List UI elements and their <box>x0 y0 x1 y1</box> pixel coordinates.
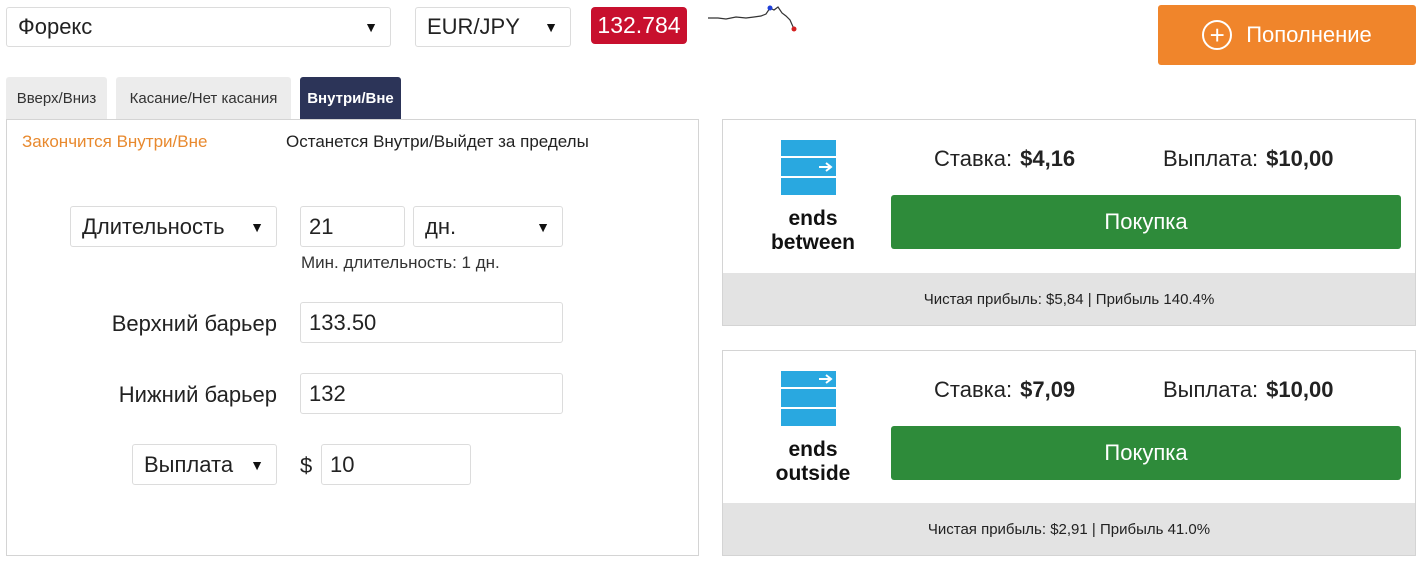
sparkline-high-point <box>767 5 773 11</box>
payout-info: Выплата: $10,00 <box>1163 146 1333 172</box>
current-price: 132.784 <box>597 12 681 38</box>
stake-label: Ставка: <box>934 146 1013 171</box>
chevron-down-icon: ▼ <box>544 19 558 35</box>
market-select-value: Форекс <box>18 14 93 39</box>
stake-value: $4,16 <box>1020 146 1076 171</box>
tab-up-down[interactable]: Вверх/Вниз <box>6 77 107 119</box>
duration-input-value: 21 <box>309 213 334 239</box>
chevron-down-icon: ▼ <box>250 218 264 235</box>
deposit-button[interactable]: + Пополнение <box>1158 5 1416 65</box>
lower-barrier-input[interactable]: 132 <box>300 373 563 414</box>
subtab-ends-in-out[interactable]: Закончится Внутри/Вне <box>22 132 207 152</box>
duration-type-value: Длительность <box>82 213 225 239</box>
market-select[interactable]: Форекс ▼ <box>6 7 391 47</box>
tab-touch-no-touch[interactable]: Касание/Нет касания <box>116 77 291 119</box>
price-sparkline <box>708 5 797 32</box>
deposit-button-label: Пополнение <box>1246 22 1372 47</box>
lower-barrier-value: 132 <box>309 380 346 406</box>
payout-amount-value: 10 <box>330 451 355 477</box>
barrier-range-icon <box>781 140 836 195</box>
buy-button-label: Покупка <box>1104 440 1188 465</box>
buy-button[interactable]: Покупка <box>891 195 1401 249</box>
chevron-down-icon: ▼ <box>536 218 550 235</box>
contract-card-ends-outside: ends outside Ставка: $7,09 Выплата: $10,00… <box>722 350 1416 556</box>
upper-barrier-label: Верхний барьер <box>111 311 277 336</box>
chevron-down-icon: ▼ <box>364 19 378 35</box>
stake-info: Ставка: $4,16 <box>934 146 1075 172</box>
current-price-badge: 132.784 <box>591 7 687 44</box>
tab-label: Вверх/Вниз <box>16 89 97 107</box>
barrier-outside-icon <box>781 371 836 426</box>
payout-info: Выплата: $10,00 <box>1163 377 1333 403</box>
contract-type-label: ends between <box>753 207 873 255</box>
contract-type-label: ends outside <box>753 438 873 486</box>
payout-label: Выплата: <box>1163 377 1259 402</box>
lower-barrier-label: Нижний барьер <box>118 382 277 407</box>
contract-type-line-1: ends <box>788 438 838 461</box>
buy-button[interactable]: Покупка <box>891 426 1401 480</box>
duration-type-select[interactable]: Длительность ▼ <box>70 206 277 247</box>
sparkline-current-point <box>791 26 797 32</box>
contract-card-ends-between: ends between Ставка: $4,16 Выплата: $10,00… <box>722 119 1416 326</box>
profit-summary-text: Чистая прибыль: $5,84 | Прибыль 140.4% <box>923 290 1215 308</box>
subtab-stays-in-goes-out[interactable]: Останется Внутри/Выйдет за пределы <box>286 132 589 152</box>
contract-form-panel: Закончится Внутри/Вне Останется Внутри/В… <box>6 119 699 556</box>
tab-in-out[interactable]: Внутри/Вне <box>300 77 401 119</box>
duration-unit-select[interactable]: дн. ▼ <box>413 206 563 247</box>
payout-value: $10,00 <box>1266 146 1334 171</box>
tab-label: Касание/Нет касания <box>129 89 278 107</box>
stake-label: Ставка: <box>934 377 1013 402</box>
upper-barrier-input[interactable]: 133.50 <box>300 302 563 343</box>
tab-label: Внутри/Вне <box>307 89 394 107</box>
payout-label: Выплата: <box>1163 146 1259 171</box>
chevron-down-icon: ▼ <box>250 456 264 473</box>
stake-value: $7,09 <box>1020 377 1076 402</box>
payout-type-value: Выплата <box>144 451 234 477</box>
asset-select-value: EUR/JPY <box>427 14 520 39</box>
payout-value: $10,00 <box>1266 377 1334 402</box>
contract-type-line-1: ends <box>788 207 838 230</box>
payout-type-select[interactable]: Выплата ▼ <box>132 444 277 485</box>
buy-button-label: Покупка <box>1104 209 1188 234</box>
asset-select[interactable]: EUR/JPY ▼ <box>415 7 571 47</box>
profit-summary: Чистая прибыль: $2,91 | Прибыль 41.0% <box>723 503 1415 555</box>
duration-unit-value: дн. <box>425 213 457 239</box>
plus-circle-icon: + <box>1202 20 1233 50</box>
profit-summary: Чистая прибыль: $5,84 | Прибыль 140.4% <box>723 273 1415 325</box>
contract-type-line-2: outside <box>775 462 851 485</box>
profit-summary-text: Чистая прибыль: $2,91 | Прибыль 41.0% <box>927 520 1211 538</box>
duration-input[interactable]: 21 <box>300 206 405 247</box>
min-duration-hint: Мин. длительность: 1 дн. <box>301 253 500 272</box>
currency-symbol: $ <box>300 453 313 478</box>
upper-barrier-value: 133.50 <box>309 309 377 335</box>
contract-type-line-2: between <box>770 231 856 254</box>
payout-amount-input[interactable]: 10 <box>321 444 471 485</box>
stake-info: Ставка: $7,09 <box>934 377 1075 403</box>
